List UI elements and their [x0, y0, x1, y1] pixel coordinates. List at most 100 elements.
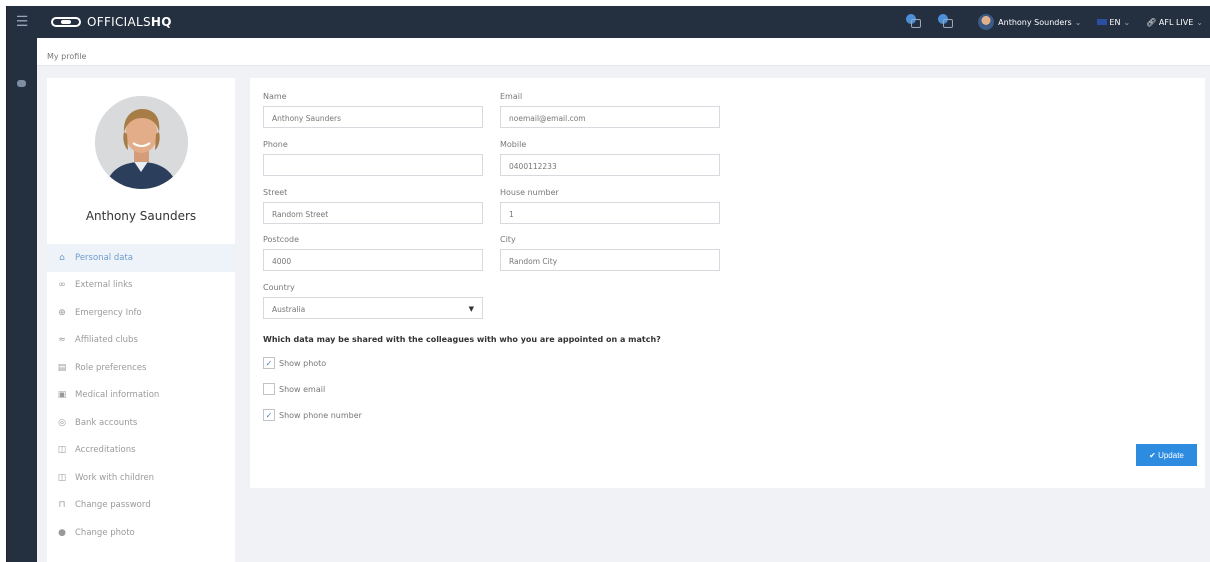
chevron-down-icon: ⌄	[1074, 17, 1082, 27]
share-question: Which data may be shared with the collea…	[263, 335, 661, 344]
show-email-option[interactable]: Show email	[263, 383, 325, 395]
menu-item-affiliated-clubs[interactable]: ≈ Affiliated clubs	[47, 327, 235, 355]
phone-field-group: Phone	[263, 140, 483, 176]
postcode-label: Postcode	[263, 235, 300, 244]
emergency-icon: ⊕	[58, 307, 66, 318]
organisation-selector[interactable]: 🔗︎ AFL LIVE ⌄	[1146, 18, 1203, 27]
menu-item-personal-data[interactable]: ⌂ Personal data	[47, 244, 235, 272]
left-rail	[7, 38, 37, 562]
piggy-bank-icon: ◎	[58, 417, 66, 428]
medical-icon: ▣	[57, 390, 67, 401]
menu-item-emergency-info[interactable]: ⊕ Emergency Info	[47, 299, 235, 327]
house-number-label: House number	[500, 188, 559, 197]
show-photo-label: Show photo	[279, 358, 327, 368]
menu-item-medical-information[interactable]: ▣ Medical information	[47, 382, 235, 410]
city-label: City	[500, 235, 516, 244]
email-label: Email	[500, 92, 523, 101]
menu-item-role-preferences[interactable]: ▤ Role preferences	[47, 354, 235, 382]
menu-item-change-password[interactable]: ⊓ Change password	[47, 492, 235, 520]
street-label: Street	[263, 188, 288, 197]
mobile-label: Mobile	[500, 140, 527, 149]
organisation-label: AFL LIVE	[1158, 17, 1194, 27]
list-icon: ▤	[57, 362, 67, 373]
country-select-value: Australia	[272, 305, 306, 314]
top-bar: ☰ OFFICIALS HQ Anthony Sounders ⌄ EN ⌄ 🔗︎ …	[7, 6, 1210, 38]
email-input[interactable]: noemail@email.com	[500, 106, 720, 128]
hamburger-menu-icon[interactable]: ☰	[7, 6, 37, 38]
handshake-icon: ≈	[58, 335, 66, 346]
profile-photo	[95, 96, 188, 189]
menu-item-label: Work with children	[75, 472, 155, 483]
postcode-field-group: Postcode 4000	[263, 235, 483, 271]
show-email-label: Show email	[279, 384, 326, 394]
breadcrumb: My profile	[37, 38, 1210, 66]
menu-item-label: Emergency Info	[75, 307, 142, 318]
language-selector[interactable]: EN ⌄	[1097, 18, 1130, 27]
messages-icon[interactable]	[938, 14, 954, 30]
notifications-icon[interactable]	[906, 14, 922, 30]
user-menu[interactable]: Anthony Sounders ⌄	[978, 14, 1081, 30]
mobile-input[interactable]: 0400112233	[500, 154, 720, 176]
menu-item-label: Bank accounts	[75, 417, 138, 428]
children-icon: ◫	[57, 472, 67, 483]
home-icon: ⌂	[59, 252, 65, 263]
country-select[interactable]: Australia ▼	[263, 297, 483, 319]
app-frame: ☰ OFFICIALS HQ Anthony Sounders ⌄ EN ⌄ 🔗︎ …	[6, 6, 1210, 562]
profile-menu: ⌂ Personal data ∞ External links ⊕ Emerg…	[47, 244, 235, 547]
show-photo-checkbox[interactable]: ✓	[263, 357, 275, 369]
postcode-input[interactable]: 4000	[263, 249, 483, 271]
menu-item-external-links[interactable]: ∞ External links	[47, 272, 235, 300]
lock-icon: ⊓	[58, 500, 66, 511]
name-input[interactable]: Anthony Saunders	[263, 106, 483, 128]
link-icon: 🔗︎	[1146, 17, 1157, 27]
menu-item-label: Change photo	[75, 527, 135, 538]
show-photo-option[interactable]: ✓ Show photo	[263, 357, 326, 369]
chevron-down-icon: ⌄	[1196, 17, 1203, 27]
mobile-field-group: Mobile 0400112233	[500, 140, 720, 176]
menu-item-accreditations[interactable]: ◫ Accreditations	[47, 437, 235, 465]
menu-item-work-with-children[interactable]: ◫ Work with children	[47, 464, 235, 492]
update-button-label: Update	[1158, 450, 1184, 460]
city-input[interactable]: Random City	[500, 249, 720, 271]
camera-icon: ●	[58, 527, 66, 538]
language-label: EN	[1109, 17, 1121, 27]
app-logo[interactable]: OFFICIALS HQ	[51, 15, 172, 29]
user-menu-name: Anthony Sounders	[998, 17, 1072, 27]
phone-input[interactable]	[263, 154, 483, 176]
country-label: Country	[263, 283, 295, 292]
show-phone-label: Show phone number	[279, 410, 362, 420]
menu-item-bank-accounts[interactable]: ◎ Bank accounts	[47, 409, 235, 437]
menu-item-label: Affiliated clubs	[75, 335, 138, 346]
name-field-group: Name Anthony Saunders	[263, 92, 483, 128]
logo-mark-icon	[51, 17, 81, 27]
profile-card: Anthony Saunders ⌂ Personal data ∞ Exter…	[47, 78, 235, 562]
personal-data-form: Name Anthony Saunders Email noemail@emai…	[250, 78, 1205, 488]
dropdown-arrow-icon: ▼	[468, 305, 474, 313]
street-input[interactable]: Random Street	[263, 202, 483, 224]
house-number-input[interactable]: 1	[500, 202, 720, 224]
house-number-field-group: House number 1	[500, 188, 720, 224]
menu-item-label: External links	[75, 280, 133, 291]
name-label: Name	[263, 92, 287, 101]
show-phone-checkbox[interactable]: ✓	[263, 409, 275, 421]
phone-label: Phone	[263, 140, 288, 149]
menu-item-change-photo[interactable]: ● Change photo	[47, 519, 235, 547]
menu-item-label: Personal data	[75, 252, 133, 263]
street-field-group: Street Random Street	[263, 188, 483, 224]
show-phone-option[interactable]: ✓ Show phone number	[263, 409, 362, 421]
user-avatar	[978, 14, 995, 30]
menu-item-label: Accreditations	[75, 445, 136, 456]
update-button[interactable]: ✔ Update	[1136, 444, 1197, 466]
check-icon: ✔	[1149, 450, 1156, 460]
menu-item-label: Medical information	[75, 390, 160, 401]
menu-item-label: Change password	[75, 500, 151, 511]
menu-item-label: Role preferences	[75, 362, 147, 373]
logo-text: OFFICIALS	[87, 15, 151, 29]
country-field-group: Country	[263, 283, 483, 297]
email-field-group: Email noemail@email.com	[500, 92, 720, 128]
certificate-icon: ◫	[57, 445, 67, 456]
flag-icon	[1097, 19, 1108, 25]
link-icon: ∞	[58, 280, 66, 291]
chat-icon[interactable]	[17, 80, 26, 87]
show-email-checkbox[interactable]	[263, 383, 275, 395]
